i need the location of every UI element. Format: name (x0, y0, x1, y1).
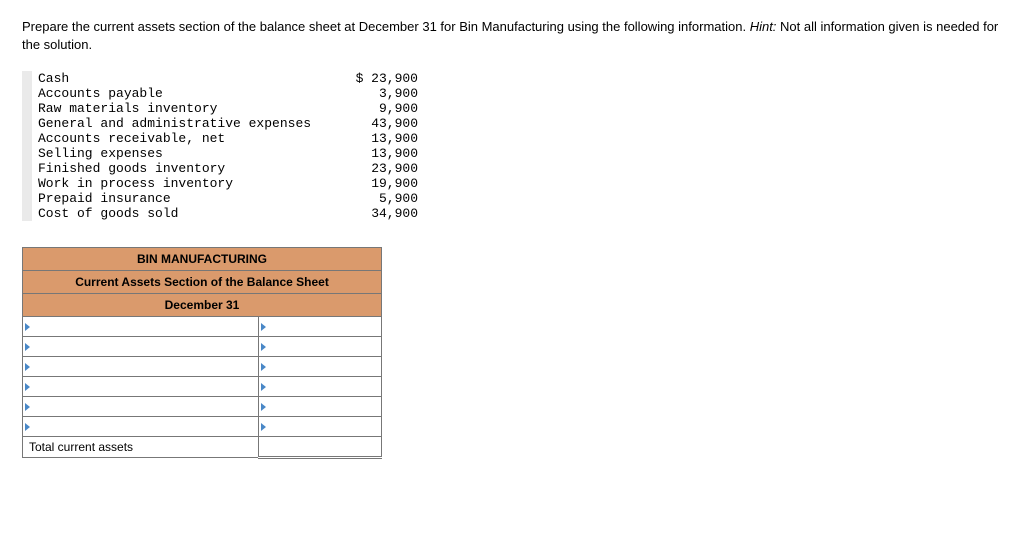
given-data-label: Cash (32, 71, 338, 86)
given-data-label: Accounts receivable, net (32, 131, 338, 146)
instructions: Prepare the current assets section of th… (22, 18, 1002, 53)
answer-account-input[interactable] (23, 377, 259, 397)
given-data-label: Work in process inventory (32, 176, 338, 191)
row-marker (22, 86, 32, 101)
given-data-value: 13,900 (338, 146, 418, 161)
hint-label: Hint: (750, 19, 777, 34)
row-marker (22, 71, 32, 86)
row-marker (22, 101, 32, 116)
answer-account-input[interactable] (23, 397, 259, 417)
answer-input-row (23, 397, 382, 417)
given-data-value: 3,900 (338, 86, 418, 101)
total-current-assets-label: Total current assets (23, 437, 259, 458)
given-data-value: 9,900 (338, 101, 418, 116)
given-data-label: Raw materials inventory (32, 101, 338, 116)
given-data-row: Accounts receivable, net13,900 (22, 131, 418, 146)
given-data-label: Accounts payable (32, 86, 338, 101)
given-data-row: Prepaid insurance5,900 (22, 191, 418, 206)
given-data-table: Cash$ 23,900Accounts payable3,900Raw mat… (22, 71, 418, 221)
answer-table: BIN MANUFACTURING Current Assets Section… (22, 247, 382, 459)
given-data-label: Prepaid insurance (32, 191, 338, 206)
given-data-value: $ 23,900 (338, 71, 418, 86)
answer-amount-input[interactable] (259, 377, 382, 397)
given-data-row: Selling expenses13,900 (22, 146, 418, 161)
given-data-row: Cost of goods sold34,900 (22, 206, 418, 221)
given-data-value: 19,900 (338, 176, 418, 191)
answer-account-input[interactable] (23, 337, 259, 357)
answer-amount-input[interactable] (259, 397, 382, 417)
given-data-value: 23,900 (338, 161, 418, 176)
answer-amount-input[interactable] (259, 337, 382, 357)
given-data-value: 13,900 (338, 131, 418, 146)
given-data-row: Finished goods inventory23,900 (22, 161, 418, 176)
answer-amount-input[interactable] (259, 417, 382, 437)
instructions-text: Prepare the current assets section of th… (22, 19, 750, 34)
row-marker (22, 131, 32, 146)
given-data-label: General and administrative expenses (32, 116, 338, 131)
answer-account-input[interactable] (23, 317, 259, 337)
given-data-row: Accounts payable3,900 (22, 86, 418, 101)
row-marker (22, 176, 32, 191)
answer-input-row (23, 417, 382, 437)
given-data-value: 34,900 (338, 206, 418, 221)
given-data-row: Work in process inventory19,900 (22, 176, 418, 191)
answer-input-row (23, 317, 382, 337)
given-data-row: General and administrative expenses43,90… (22, 116, 418, 131)
given-data-row: Raw materials inventory9,900 (22, 101, 418, 116)
answer-header-company: BIN MANUFACTURING (23, 248, 382, 271)
given-data-label: Cost of goods sold (32, 206, 338, 221)
given-data-label: Selling expenses (32, 146, 338, 161)
answer-input-row (23, 337, 382, 357)
given-data-value: 5,900 (338, 191, 418, 206)
row-marker (22, 161, 32, 176)
total-current-assets-value[interactable] (259, 437, 382, 458)
answer-input-row (23, 377, 382, 397)
given-data-label: Finished goods inventory (32, 161, 338, 176)
row-marker (22, 146, 32, 161)
answer-account-input[interactable] (23, 357, 259, 377)
given-data-value: 43,900 (338, 116, 418, 131)
answer-account-input[interactable] (23, 417, 259, 437)
given-data-row: Cash$ 23,900 (22, 71, 418, 86)
answer-amount-input[interactable] (259, 357, 382, 377)
answer-header-section: Current Assets Section of the Balance Sh… (23, 271, 382, 294)
row-marker (22, 191, 32, 206)
answer-input-row (23, 357, 382, 377)
answer-amount-input[interactable] (259, 317, 382, 337)
row-marker (22, 116, 32, 131)
row-marker (22, 206, 32, 221)
answer-header-date: December 31 (23, 294, 382, 317)
